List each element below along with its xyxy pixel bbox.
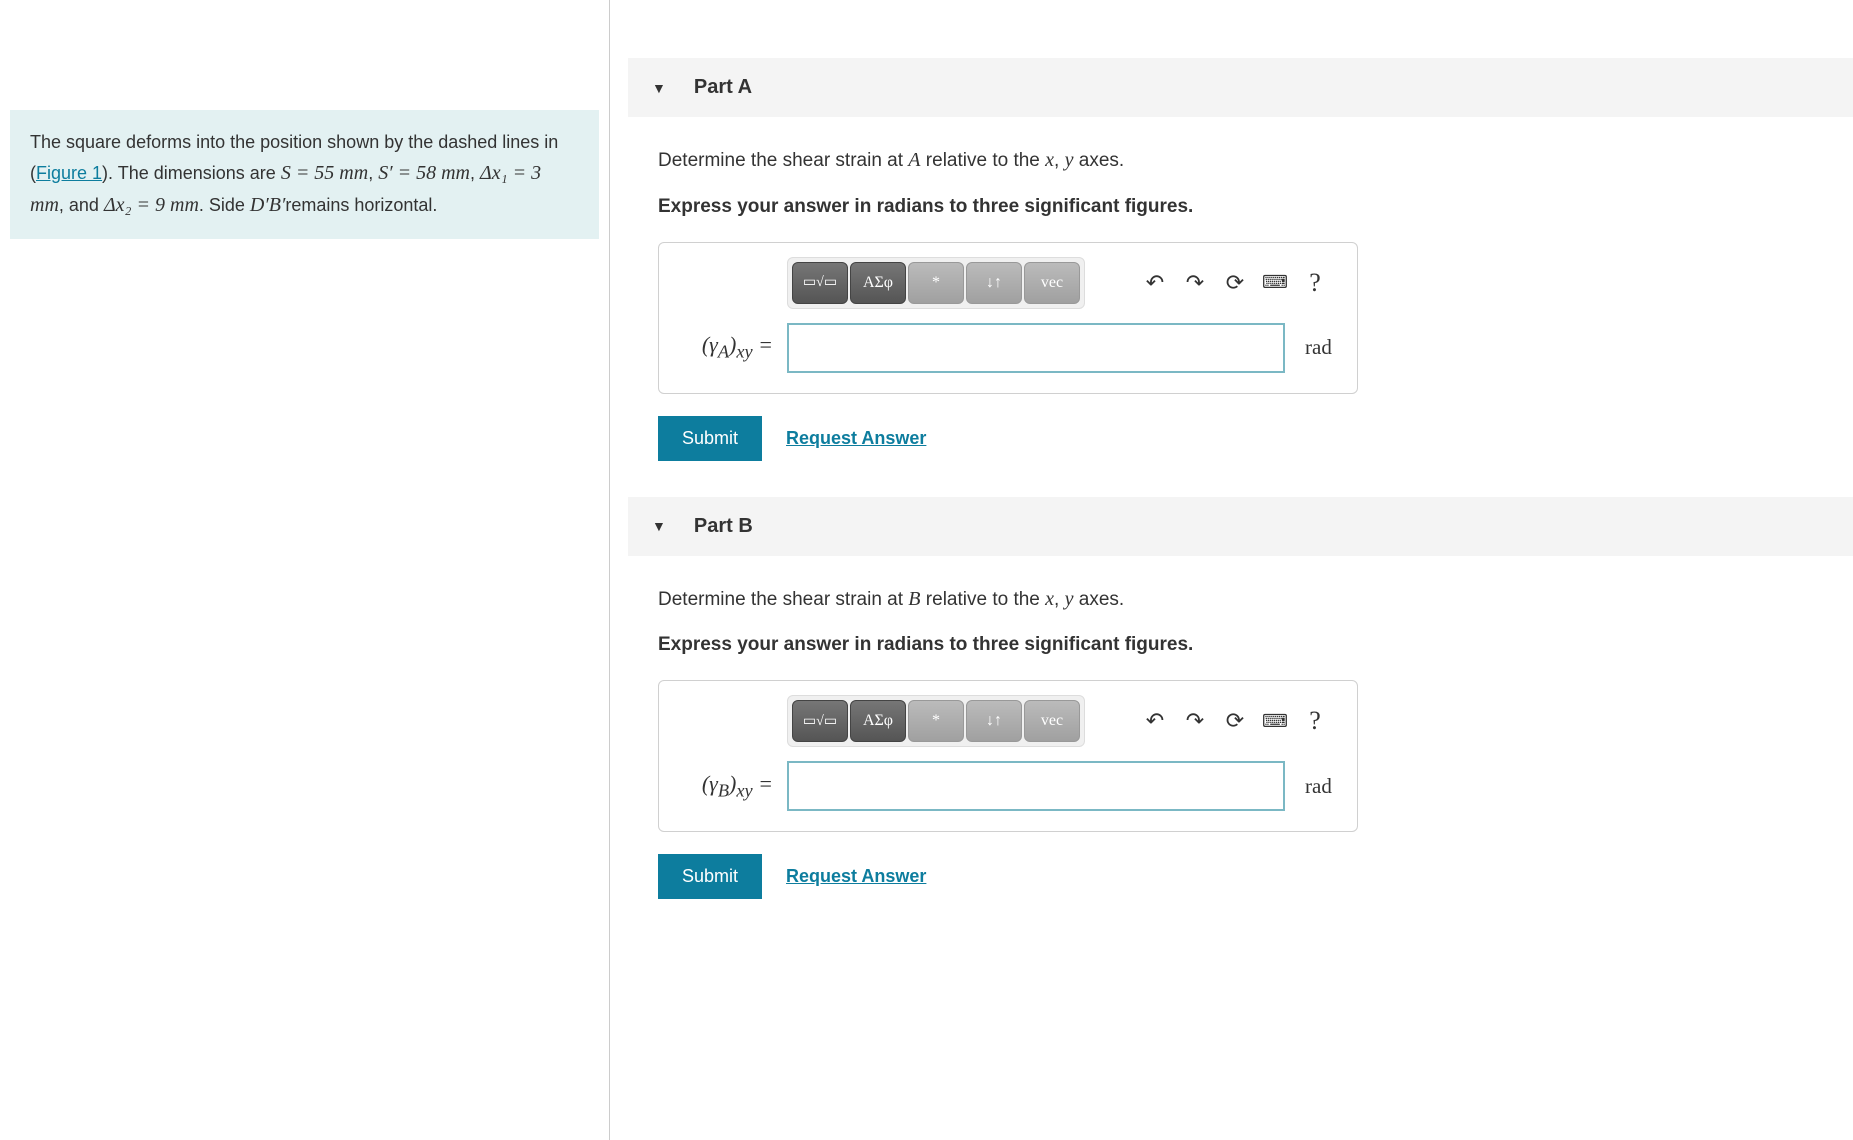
redo-icon[interactable]: ↷ <box>1175 701 1215 741</box>
submit-button[interactable]: Submit <box>658 416 762 461</box>
reset-icon[interactable]: ⟳ <box>1215 263 1255 303</box>
part-b-header: ▼ Part B <box>628 497 1853 556</box>
toolbar-group: ▭√▭ ΑΣφ * ↓↑ vec <box>787 257 1085 309</box>
greek-button[interactable]: ΑΣφ <box>850 700 906 742</box>
help-icon[interactable]: ? <box>1295 263 1335 303</box>
action-row: Submit Request Answer <box>658 854 1853 899</box>
unit-label: rad <box>1295 774 1335 799</box>
equation-toolbar: ▭√▭ ΑΣφ * ↓↑ vec ↶ ↷ ⟳ ⌨ ? <box>681 695 1335 747</box>
unit-label: rad <box>1295 335 1335 360</box>
templates-button[interactable]: ▭√▭ <box>792 700 848 742</box>
subsup-button[interactable]: ↓↑ <box>966 700 1022 742</box>
problem-text: ). The dimensions are <box>102 163 281 183</box>
answer-panel: ▼ Part A Determine the shear strain at A… <box>610 0 1853 1140</box>
variable-label: (γB)xy = <box>681 771 777 801</box>
part-a-header: ▼ Part A <box>628 58 1853 117</box>
math-eq: S′ = 58 mm <box>378 162 470 184</box>
problem-panel: The square deforms into the position sho… <box>0 0 610 1140</box>
math-side: D′B′ <box>250 194 285 216</box>
answer-input-row: (γA)xy = rad <box>681 323 1335 373</box>
undo-icon[interactable]: ↶ <box>1135 701 1175 741</box>
subsup-button[interactable]: ↓↑ <box>966 262 1022 304</box>
vector-button[interactable]: vec <box>1024 700 1080 742</box>
greek-button[interactable]: ΑΣφ <box>850 262 906 304</box>
keyboard-icon[interactable]: ⌨ <box>1255 701 1295 741</box>
help-icon[interactable]: ? <box>1295 701 1335 741</box>
question-text: Determine the shear strain at B relative… <box>658 584 1853 615</box>
redo-icon[interactable]: ↷ <box>1175 263 1215 303</box>
reset-icon[interactable]: ⟳ <box>1215 701 1255 741</box>
part-title: Part A <box>694 76 752 99</box>
question-text: Determine the shear strain at A relative… <box>658 145 1853 176</box>
templates-button[interactable]: ▭√▭ <box>792 262 848 304</box>
answer-area-b: ▭√▭ ΑΣφ * ↓↑ vec ↶ ↷ ⟳ ⌨ ? (γB)xy = <box>658 680 1358 832</box>
part-b-body: Determine the shear strain at B relative… <box>628 584 1853 936</box>
part-a-body: Determine the shear strain at A relative… <box>628 145 1853 497</box>
equation-toolbar: ▭√▭ ΑΣφ * ↓↑ vec ↶ ↷ ⟳ ⌨ ? <box>681 257 1335 309</box>
instruction-text: Express your answer in radians to three … <box>658 634 1853 656</box>
answer-area-a: ▭√▭ ΑΣφ * ↓↑ vec ↶ ↷ ⟳ ⌨ ? (γA)xy = <box>658 242 1358 394</box>
part-title: Part B <box>694 515 753 538</box>
answer-input-a[interactable] <box>787 323 1285 373</box>
figure-link[interactable]: Figure 1 <box>36 163 102 183</box>
math-eq: S = 55 mm <box>281 162 368 184</box>
answer-input-row: (γB)xy = rad <box>681 761 1335 811</box>
special-char-button[interactable]: * <box>908 700 964 742</box>
special-char-button[interactable]: * <box>908 262 964 304</box>
toolbar-group: ▭√▭ ΑΣφ * ↓↑ vec <box>787 695 1085 747</box>
answer-input-b[interactable] <box>787 761 1285 811</box>
request-answer-link[interactable]: Request Answer <box>786 428 926 449</box>
action-row: Submit Request Answer <box>658 416 1853 461</box>
collapse-icon[interactable]: ▼ <box>652 80 666 96</box>
variable-label: (γA)xy = <box>681 332 777 362</box>
keyboard-icon[interactable]: ⌨ <box>1255 263 1295 303</box>
problem-statement: The square deforms into the position sho… <box>10 110 599 239</box>
submit-button[interactable]: Submit <box>658 854 762 899</box>
instruction-text: Express your answer in radians to three … <box>658 196 1853 218</box>
request-answer-link[interactable]: Request Answer <box>786 866 926 887</box>
collapse-icon[interactable]: ▼ <box>652 518 666 534</box>
math-eq: Δx₂ = 9 mm <box>104 194 199 216</box>
undo-icon[interactable]: ↶ <box>1135 263 1175 303</box>
vector-button[interactable]: vec <box>1024 262 1080 304</box>
